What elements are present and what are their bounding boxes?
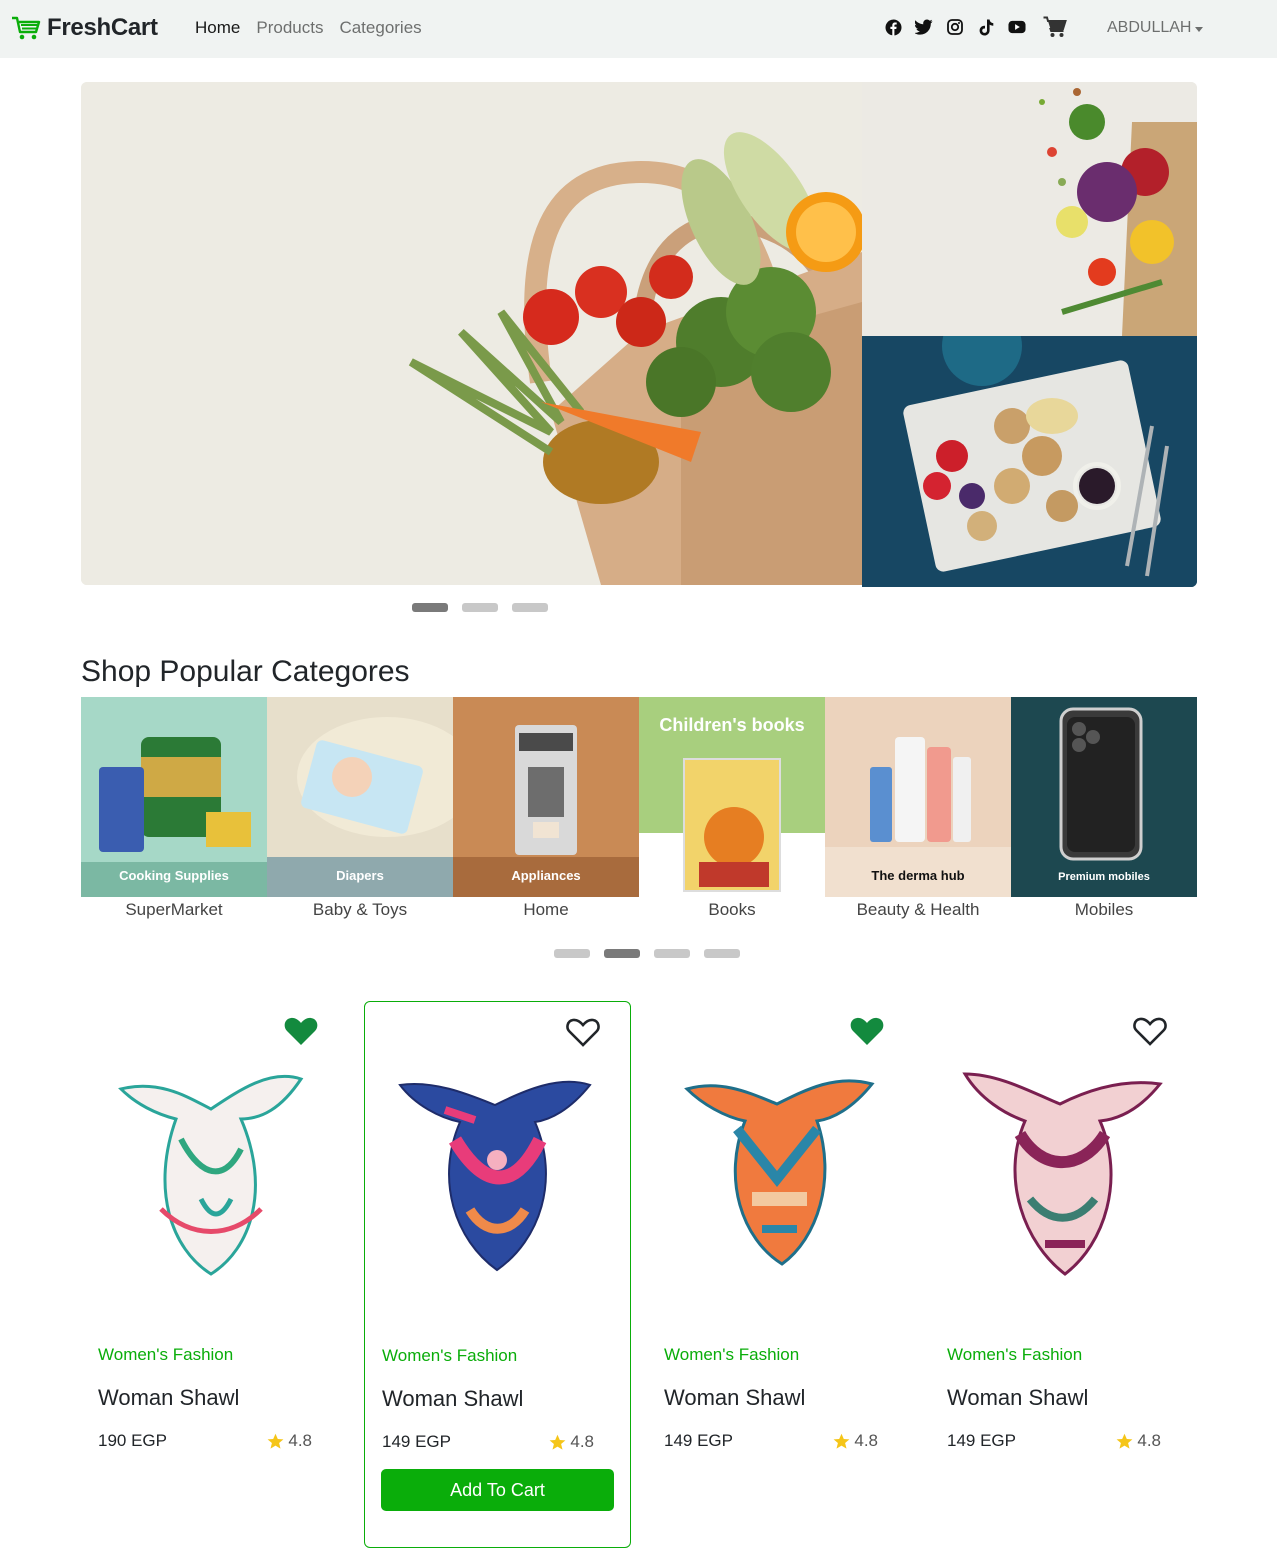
rating-value: 4.8	[570, 1432, 594, 1451]
add-to-cart-button[interactable]: Add To Cart	[381, 1469, 614, 1511]
category-label: Books	[708, 900, 756, 919]
category-mobiles[interactable]: Premium mobiles Mobiles	[1011, 697, 1197, 927]
star-icon	[267, 1433, 284, 1449]
rating-value: 4.8	[1137, 1431, 1161, 1450]
food-platter-image	[862, 336, 1197, 587]
rating-value: 4.8	[288, 1431, 312, 1450]
category-image-supermarket: Cooking Supplies	[81, 697, 267, 897]
category-image-books: Children's books	[639, 697, 825, 897]
categories-dot-1[interactable]	[554, 949, 590, 958]
tiktok-icon[interactable]	[977, 18, 995, 36]
category-overlay-text: The derma hub	[871, 868, 965, 883]
cart-logo-icon	[12, 16, 41, 40]
product-rating: 4.8	[833, 1431, 878, 1451]
product-price: 190 EGP	[98, 1431, 167, 1450]
user-dropdown[interactable]: ABDULLAH	[1107, 19, 1204, 37]
category-label: Beauty & Health	[856, 900, 980, 919]
product-image	[684, 1079, 875, 1266]
product-rating: 4.8	[1116, 1431, 1161, 1451]
brand-name: FreshCart	[47, 14, 158, 41]
hero-slide-vegetables[interactable]	[862, 82, 1197, 336]
brand-logo[interactable]: FreshCart	[11, 14, 158, 42]
star-icon	[833, 1433, 850, 1449]
product-card[interactable]: Women's Fashion Woman Shawl 149 EGP 4.8	[930, 1001, 1197, 1548]
star-icon	[549, 1434, 566, 1450]
product-image	[398, 1080, 592, 1272]
hero-slide-main[interactable]	[81, 82, 862, 585]
chevron-down-icon	[1195, 26, 1204, 32]
hero-slide-platter[interactable]	[862, 336, 1197, 587]
hero-dot-1[interactable]	[412, 603, 448, 612]
product-price: 149 EGP	[947, 1431, 1016, 1450]
category-overlay-text: Appliances	[511, 868, 581, 883]
category-image-mobiles: Premium mobiles	[1011, 697, 1197, 897]
category-overlay-text: Cooking Supplies	[119, 868, 229, 883]
category-label: Baby & Toys	[312, 900, 408, 919]
categories-carousel-indicators	[554, 949, 740, 958]
category-label: SuperMarket	[125, 900, 223, 919]
category-image-home: Appliances	[453, 697, 639, 897]
category-label: Home	[523, 900, 569, 919]
nav-link-home[interactable]: Home	[195, 18, 240, 38]
user-name: ABDULLAH	[1107, 19, 1192, 36]
category-baby-toys[interactable]: Diapers Baby & Toys	[267, 697, 453, 927]
vegetables-image	[862, 82, 1197, 336]
category-overlay-text: Diapers	[336, 868, 384, 883]
star-icon	[1116, 1433, 1133, 1449]
categories-slider: Cooking Supplies SuperMarket Diapers Bab…	[81, 697, 1197, 927]
product-category[interactable]: Women's Fashion	[98, 1345, 233, 1365]
rating-value: 4.8	[854, 1431, 878, 1450]
category-image-beauty-health: The derma hub	[825, 697, 1011, 897]
product-price: 149 EGP	[382, 1432, 451, 1451]
product-price: 149 EGP	[664, 1431, 733, 1450]
product-image	[962, 1072, 1163, 1276]
instagram-icon[interactable]	[946, 18, 964, 36]
category-overlay-text: Premium mobiles	[1058, 871, 1150, 883]
categories-title: Shop Popular Categores	[81, 655, 410, 688]
facebook-icon[interactable]	[884, 18, 902, 36]
nav-links: Home Products Categories	[195, 18, 422, 38]
product-card[interactable]: Women's Fashion Woman Shawl 190 EGP 4.8	[81, 1001, 348, 1548]
cart-icon[interactable]	[1043, 16, 1067, 38]
navbar: FreshCart Home Products Categories ABDUL…	[0, 0, 1277, 58]
hero-carousel-indicators	[412, 603, 548, 612]
heart-filled-icon[interactable]	[284, 1015, 318, 1047]
product-name[interactable]: Woman Shawl	[98, 1385, 239, 1411]
product-name[interactable]: Woman Shawl	[664, 1385, 805, 1411]
heart-outline-icon[interactable]	[566, 1016, 600, 1048]
product-image	[118, 1074, 304, 1276]
product-rating: 4.8	[549, 1432, 594, 1452]
product-name[interactable]: Woman Shawl	[947, 1385, 1088, 1411]
categories-dot-4[interactable]	[704, 949, 740, 958]
category-home[interactable]: Appliances Home	[453, 697, 639, 927]
product-name[interactable]: Woman Shawl	[382, 1386, 523, 1412]
product-category[interactable]: Women's Fashion	[664, 1345, 799, 1365]
category-books[interactable]: Children's books Books	[639, 697, 825, 927]
hero-dot-3[interactable]	[512, 603, 548, 612]
category-supermarket[interactable]: Cooking Supplies SuperMarket	[81, 697, 267, 927]
heart-outline-icon[interactable]	[1133, 1015, 1167, 1047]
heart-filled-icon[interactable]	[850, 1015, 884, 1047]
twitter-icon[interactable]	[915, 18, 933, 36]
grocery-bag-image	[81, 82, 862, 585]
product-category[interactable]: Women's Fashion	[947, 1345, 1082, 1365]
nav-link-products[interactable]: Products	[256, 18, 323, 38]
category-label: Mobiles	[1074, 900, 1134, 919]
youtube-icon[interactable]	[1008, 18, 1026, 36]
categories-dot-3[interactable]	[654, 949, 690, 958]
hero-dot-2[interactable]	[462, 603, 498, 612]
product-card[interactable]: Women's Fashion Woman Shawl 149 EGP 4.8	[647, 1001, 914, 1548]
product-card[interactable]: Women's Fashion Woman Shawl 149 EGP 4.8 …	[364, 1001, 631, 1548]
product-rating: 4.8	[267, 1431, 312, 1451]
category-image-baby-toys: Diapers	[267, 697, 453, 897]
nav-link-categories[interactable]: Categories	[339, 18, 421, 38]
categories-dot-2[interactable]	[604, 949, 640, 958]
product-category[interactable]: Women's Fashion	[382, 1346, 517, 1366]
social-links	[884, 18, 1026, 36]
category-overlay-text: Children's books	[659, 715, 805, 735]
category-beauty-health[interactable]: The derma hub Beauty & Health	[825, 697, 1011, 927]
